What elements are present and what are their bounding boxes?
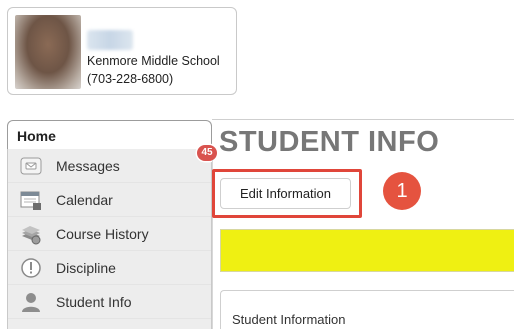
- nav-home-tab[interactable]: Home: [7, 120, 212, 149]
- page-title: STUDENT INFO: [219, 126, 440, 158]
- student-name-blurred: [87, 30, 133, 50]
- annotation-step-marker: 1: [383, 172, 421, 210]
- sidebar-item-label: Calendar: [56, 192, 113, 208]
- calendar-icon: [20, 189, 42, 211]
- sidebar-item-label: Student Info: [56, 294, 132, 310]
- avatar: [15, 15, 81, 89]
- sidebar-nav: Messages 45 Calendar Course History Disc…: [7, 145, 217, 329]
- content-top-divider: [212, 119, 514, 120]
- discipline-icon: [20, 257, 42, 279]
- student-info-icon: [20, 291, 42, 313]
- student-information-panel: Student Information: [220, 290, 514, 329]
- sidebar-item-calendar[interactable]: Calendar: [8, 183, 211, 217]
- sidebar-item-discipline[interactable]: Discipline: [8, 251, 211, 285]
- sidebar-item-label: Messages: [56, 158, 120, 174]
- panel-title: Student Information: [232, 312, 346, 327]
- sidebar-item-course-history[interactable]: Course History: [8, 217, 211, 251]
- course-history-icon: [20, 223, 42, 245]
- unread-count-badge: 45: [197, 145, 217, 161]
- annotation-highlight-box: [212, 169, 362, 218]
- sidebar-item-label: Discipline: [56, 260, 116, 276]
- sidebar-item-student-info[interactable]: Student Info: [8, 285, 211, 319]
- school-name: Kenmore Middle School: [87, 54, 220, 68]
- messages-icon: [20, 155, 42, 177]
- school-phone: (703-228-6800): [87, 72, 174, 86]
- notice-banner: [220, 229, 514, 272]
- sidebar-item-label: Course History: [56, 226, 149, 242]
- sidebar-item-messages[interactable]: Messages 45: [8, 145, 217, 183]
- profile-card: Kenmore Middle School (703-228-6800): [7, 7, 237, 95]
